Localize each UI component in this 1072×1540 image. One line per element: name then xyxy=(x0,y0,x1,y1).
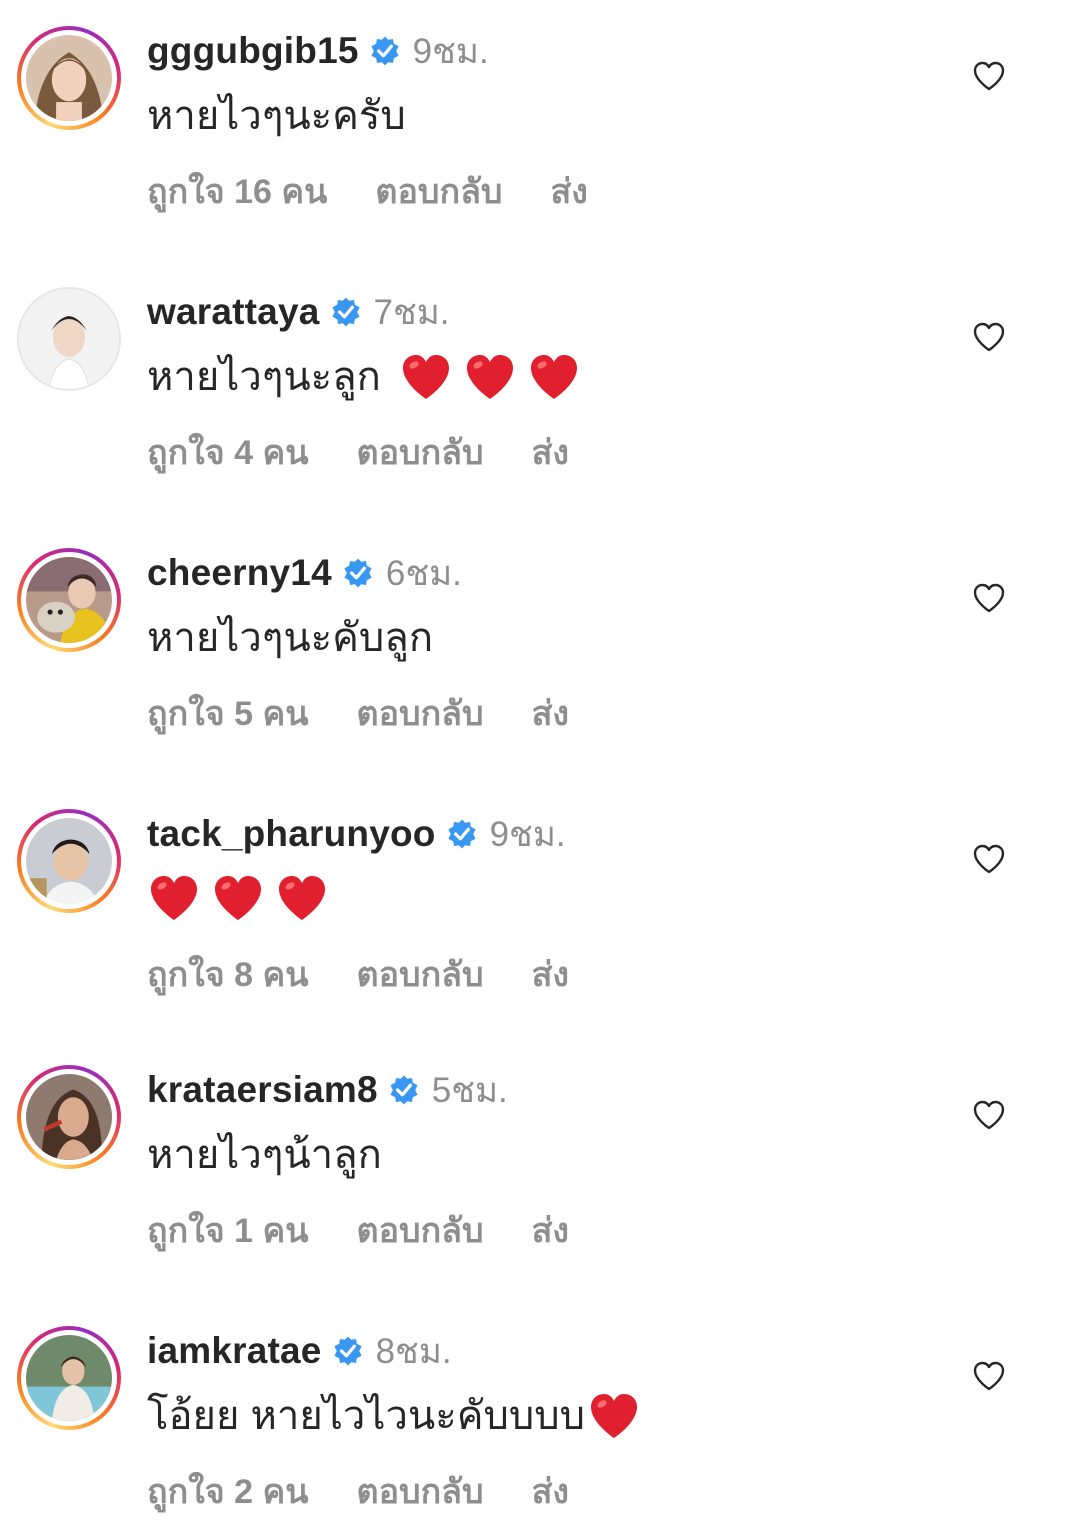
comment-text xyxy=(147,871,329,925)
comment-body: หายไวๆนะคับลูก xyxy=(147,616,434,660)
verified-badge-icon xyxy=(332,1335,364,1367)
like-heart-icon[interactable] xyxy=(972,60,1006,92)
comment-time: 6ชม. xyxy=(385,553,462,593)
story-ring[interactable] xyxy=(17,809,121,913)
username[interactable]: krataersiam8 xyxy=(147,1069,378,1111)
red-heart-emoji xyxy=(211,871,265,925)
avatar-photo xyxy=(26,1074,112,1160)
avatar[interactable] xyxy=(26,35,112,121)
comment-text: หายไวๆนะลูก xyxy=(147,349,581,405)
avatar[interactable] xyxy=(26,1335,112,1421)
story-ring[interactable] xyxy=(17,26,121,130)
send-button[interactable]: ส่ง xyxy=(532,686,569,740)
verified-badge-icon xyxy=(342,557,374,589)
send-button[interactable]: ส่ง xyxy=(532,1464,569,1518)
reply-button[interactable]: ตอบกลับ xyxy=(356,947,483,1001)
red-heart-emoji xyxy=(527,350,581,404)
comment-item: krataersiam8 5ชม. หายไวๆน้าลูก ถูกใจ 1 ค… xyxy=(0,1039,1072,1279)
red-heart-emoji xyxy=(147,871,201,925)
send-button[interactable]: ส่ง xyxy=(532,1203,569,1257)
comment-time: 9ชม. xyxy=(412,31,489,71)
comment-body: หายไวๆน้าลูก xyxy=(147,1133,382,1177)
comment-body: โอ้ยย หายไวไวนะคับบบบ xyxy=(147,1394,586,1438)
reply-button[interactable]: ตอบกลับ xyxy=(356,425,483,479)
avatar[interactable] xyxy=(26,557,112,643)
comment-text: หายไวๆนะครับ xyxy=(147,88,406,144)
avatar-photo xyxy=(19,289,119,389)
avatar[interactable] xyxy=(26,818,112,904)
reply-button[interactable]: ตอบกลับ xyxy=(356,1203,483,1257)
avatar-photo xyxy=(26,557,112,643)
comment-time: 8ชม. xyxy=(375,1331,452,1371)
red-heart-emoji xyxy=(275,871,329,925)
comment-time: 9ชม. xyxy=(489,814,566,854)
verified-badge-icon xyxy=(446,818,478,850)
like-heart-icon[interactable] xyxy=(972,843,1006,875)
comment-list: gggubgib15 9ชม. หายไวๆนะครับ ถูกใจ 16 คน… xyxy=(0,0,1072,1528)
avatar-photo xyxy=(26,818,112,904)
story-ring[interactable] xyxy=(17,1065,121,1169)
reply-button[interactable]: ตอบกลับ xyxy=(356,686,483,740)
red-heart-emoji xyxy=(463,350,517,404)
like-heart-icon[interactable] xyxy=(972,1099,1006,1131)
avatar-frame[interactable] xyxy=(17,287,121,391)
likes-count[interactable]: ถูกใจ 1 คน xyxy=(147,1203,308,1257)
likes-count[interactable]: ถูกใจ 4 คน xyxy=(147,425,308,479)
likes-count[interactable]: ถูกใจ 16 คน xyxy=(147,164,327,218)
comment-text: โอ้ยย หายไวไวนะคับบบบ xyxy=(147,1388,641,1444)
send-button[interactable]: ส่ง xyxy=(532,425,569,479)
comment-item: tack_pharunyoo 9ชม. ถูกใจ 8 คน ตอบกลับ ส… xyxy=(0,783,1072,1023)
comment-time: 7ชม. xyxy=(373,292,450,332)
verified-badge-icon xyxy=(330,296,362,328)
comment-body: หายไวๆนะครับ xyxy=(147,94,406,138)
reply-button[interactable]: ตอบกลับ xyxy=(375,164,502,218)
like-heart-icon[interactable] xyxy=(972,1360,1006,1392)
username[interactable]: tack_pharunyoo xyxy=(147,813,436,855)
comment-item: cheerny14 6ชม. หายไวๆนะคับลูก ถูกใจ 5 คน… xyxy=(0,522,1072,762)
comment-text: หายไวๆน้าลูก xyxy=(147,1127,382,1183)
username[interactable]: cheerny14 xyxy=(147,552,332,594)
avatar-photo xyxy=(26,1335,112,1421)
verified-badge-icon xyxy=(369,35,401,67)
likes-count[interactable]: ถูกใจ 2 คน xyxy=(147,1464,308,1518)
comment-body: หายไวๆนะลูก xyxy=(147,355,381,399)
comment-item: warattaya 7ชม. หายไวๆนะลูก ถูกใจ 4 คน ตอ… xyxy=(0,261,1072,501)
username[interactable]: gggubgib15 xyxy=(147,30,359,72)
likes-count[interactable]: ถูกใจ 8 คน xyxy=(147,947,308,1001)
comment-time: 5ชม. xyxy=(431,1070,508,1110)
verified-badge-icon xyxy=(388,1074,420,1106)
username[interactable]: iamkratae xyxy=(147,1330,322,1372)
story-ring[interactable] xyxy=(17,1326,121,1430)
avatar[interactable] xyxy=(26,1074,112,1160)
comment-item: iamkratae 8ชม. โอ้ยย หายไวไวนะคับบบบ ถูก… xyxy=(0,1300,1072,1540)
likes-count[interactable]: ถูกใจ 5 คน xyxy=(147,686,308,740)
reply-button[interactable]: ตอบกลับ xyxy=(356,1464,483,1518)
red-heart-emoji xyxy=(399,350,453,404)
send-button[interactable]: ส่ง xyxy=(551,164,588,218)
comment-item: gggubgib15 9ชม. หายไวๆนะครับ ถูกใจ 16 คน… xyxy=(0,0,1072,240)
red-heart-emoji xyxy=(587,1389,641,1443)
avatar-photo xyxy=(26,35,112,121)
story-ring[interactable] xyxy=(17,548,121,652)
username[interactable]: warattaya xyxy=(147,291,320,333)
send-button[interactable]: ส่ง xyxy=(532,947,569,1001)
like-heart-icon[interactable] xyxy=(972,321,1006,353)
like-heart-icon[interactable] xyxy=(972,582,1006,614)
avatar[interactable] xyxy=(19,289,119,389)
comment-text: หายไวๆนะคับลูก xyxy=(147,610,433,666)
